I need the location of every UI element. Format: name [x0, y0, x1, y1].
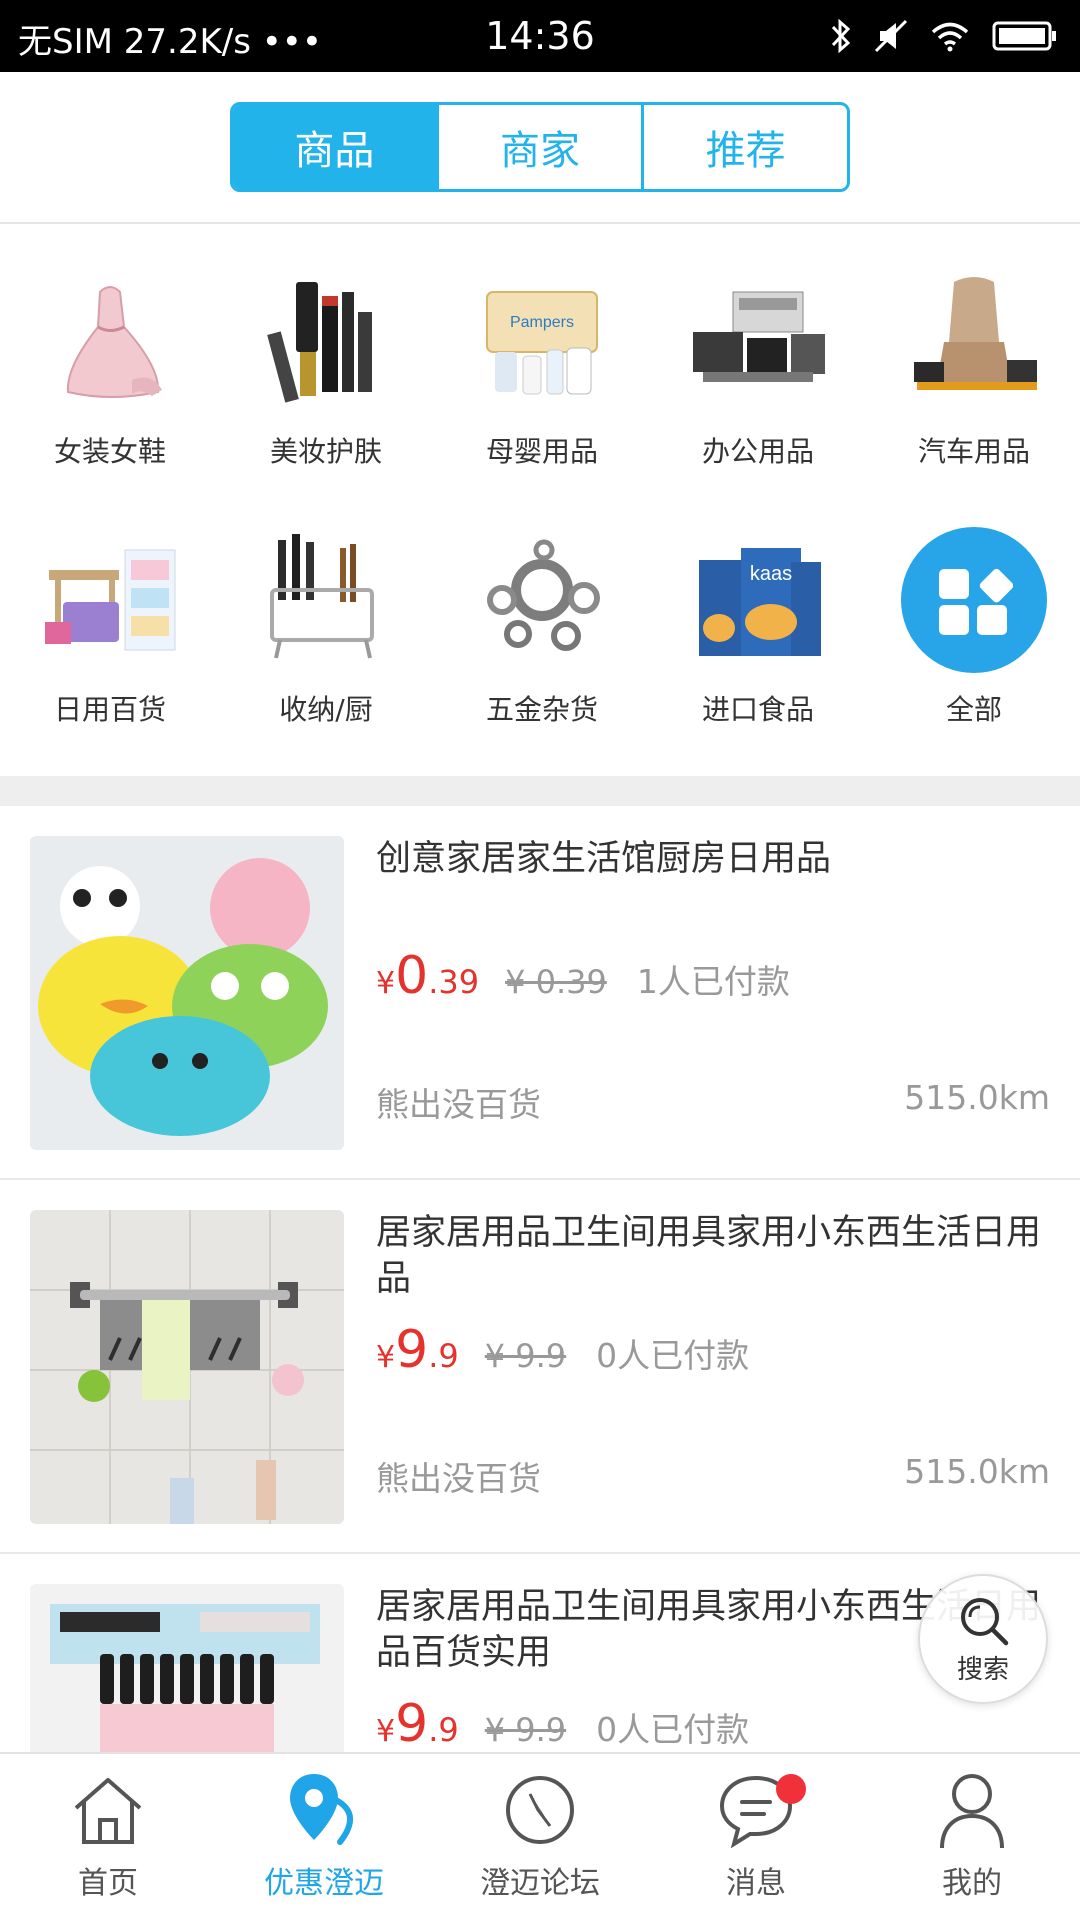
distance: 515.0km: [904, 1078, 1050, 1117]
mute-icon: [874, 19, 908, 53]
baby-products-image: Pampers: [462, 272, 622, 412]
price-decimal: .9: [428, 1711, 459, 1749]
search-icon: [961, 1597, 1009, 1645]
nav-forum[interactable]: 澄迈论坛: [432, 1754, 648, 1920]
segment-control: 商品 商家 推荐: [230, 102, 850, 192]
bottom-navigation: 首页 优惠澄迈 澄迈论坛 消息 我的: [0, 1752, 1080, 1920]
product-price-row: ¥ 9 .9 ¥ 9.9 0人已付款: [376, 1320, 749, 1380]
nav-label: 我的: [942, 1866, 1002, 1901]
price-currency: ¥: [376, 1340, 396, 1375]
category-office[interactable]: 办公用品: [650, 272, 866, 470]
paid-count: 1人已付款: [636, 962, 790, 1001]
category-label: 汽车用品: [917, 435, 1030, 468]
bearings-image: [462, 530, 622, 670]
category-label: 母婴用品: [485, 435, 598, 468]
category-label: 五金杂货: [485, 693, 598, 726]
nav-label: 首页: [78, 1866, 138, 1901]
distance: 515.0km: [904, 1452, 1050, 1491]
dress-shoes-image: [30, 272, 190, 412]
grid-all-icon: [901, 527, 1047, 673]
battery-icon: [992, 21, 1056, 51]
shop-name[interactable]: 熊出没百货: [376, 1452, 541, 1500]
category-imported-food[interactable]: kaas 进口食品: [650, 530, 866, 728]
category-all[interactable]: 全部: [866, 527, 1080, 728]
product-image-towel-rack: [30, 1210, 344, 1524]
category-label: 日用百货: [53, 693, 166, 726]
price-integer: 9: [395, 1694, 429, 1754]
storage-box-image: [30, 530, 190, 670]
category-label: 女装女鞋: [53, 435, 166, 468]
price-currency: ¥: [376, 1714, 396, 1749]
home-icon: [68, 1770, 148, 1850]
profile-icon: [932, 1770, 1012, 1850]
category-label: 美妆护肤: [269, 435, 382, 468]
search-label: 搜索: [956, 1654, 1009, 1685]
category-hardware[interactable]: 五金杂货: [434, 530, 650, 728]
original-price: ¥ 0.39: [505, 963, 607, 1001]
original-price: ¥ 9.9: [484, 1337, 567, 1375]
product-title[interactable]: 居家居用品卫生间用具家用小东西生活日用品: [376, 1210, 1046, 1302]
nav-home[interactable]: 首页: [0, 1754, 216, 1920]
office-supplies-image: [678, 272, 838, 412]
segment-header: 商品 商家 推荐: [0, 72, 1080, 224]
category-label: 办公用品: [701, 435, 814, 468]
product-image-towels: [30, 836, 344, 1150]
status-icons: [830, 16, 1058, 56]
car-accessories-image: [894, 272, 1054, 412]
price-integer: 0: [395, 946, 429, 1006]
price-decimal: .39: [428, 963, 480, 1001]
cosmetics-image: [246, 272, 406, 412]
category-cosmetics[interactable]: 美妆护肤: [218, 272, 434, 470]
category-all-icon-wrap: [894, 527, 1054, 673]
product-item[interactable]: 居家居用品卫生间用具家用小东西生活日用品 ¥ 9 .9 ¥ 9.9 0人已付款 …: [0, 1180, 1080, 1554]
category-women-clothing[interactable]: 女装女鞋: [2, 272, 218, 470]
paid-count: 0人已付款: [596, 1710, 750, 1749]
tab-goods[interactable]: 商品: [233, 105, 436, 189]
price-currency: ¥: [376, 966, 396, 1001]
nav-label: 消息: [726, 1866, 786, 1901]
category-kitchen-storage[interactable]: 收纳/厨: [218, 530, 434, 728]
tab-recommend[interactable]: 推荐: [641, 105, 847, 189]
status-bar: 无SIM 27.2K/s ••• 14:36: [0, 0, 1080, 72]
original-price: ¥ 9.9: [484, 1711, 567, 1749]
product-item[interactable]: 创意家居家生活馆厨房日用品 ¥ 0 .39 ¥ 0.39 1人已付款 熊出没百货…: [0, 806, 1080, 1180]
svg-text:Pampers: Pampers: [510, 314, 574, 331]
category-baby[interactable]: Pampers 母婴用品: [434, 272, 650, 470]
tab-merchants[interactable]: 商家: [435, 105, 642, 189]
category-label: 进口食品: [701, 693, 814, 726]
paid-count: 0人已付款: [596, 1336, 750, 1375]
shop-name[interactable]: 熊出没百货: [376, 1078, 541, 1126]
wifi-icon: [931, 22, 969, 52]
price-integer: 9: [395, 1320, 429, 1380]
floating-search-button[interactable]: 搜索: [918, 1574, 1048, 1704]
price-decimal: .9: [428, 1337, 459, 1375]
nav-messages[interactable]: 消息: [648, 1754, 864, 1920]
section-divider: [0, 776, 1080, 806]
knife-rack-image: [246, 530, 406, 670]
product-price-row: ¥ 9 .9 ¥ 9.9 0人已付款: [376, 1694, 749, 1754]
nav-deals[interactable]: 优惠澄迈: [216, 1754, 432, 1920]
compass-icon: [500, 1770, 580, 1850]
nav-profile[interactable]: 我的: [864, 1754, 1080, 1920]
product-title[interactable]: 创意家居家生活馆厨房日用品: [376, 836, 1046, 882]
nav-label: 澄迈论坛: [480, 1866, 600, 1901]
category-label: 全部: [945, 693, 1002, 726]
product-price-row: ¥ 0 .39 ¥ 0.39 1人已付款: [376, 946, 790, 1006]
category-grid: 女装女鞋 美妆护肤 Pampers 母婴用品 办公用品 汽车用品 日用百货 收纳…: [0, 226, 1080, 776]
bluetooth-icon: [831, 18, 851, 54]
category-car[interactable]: 汽车用品: [866, 272, 1080, 470]
svg-text:kaas: kaas: [750, 563, 792, 585]
category-daily-goods[interactable]: 日用百货: [2, 530, 218, 728]
imported-food-image: kaas: [678, 530, 838, 670]
location-pin-icon: [284, 1770, 364, 1850]
nav-label: 优惠澄迈: [264, 1866, 384, 1901]
category-label: 收纳/厨: [279, 693, 373, 726]
notification-badge: [776, 1774, 806, 1804]
